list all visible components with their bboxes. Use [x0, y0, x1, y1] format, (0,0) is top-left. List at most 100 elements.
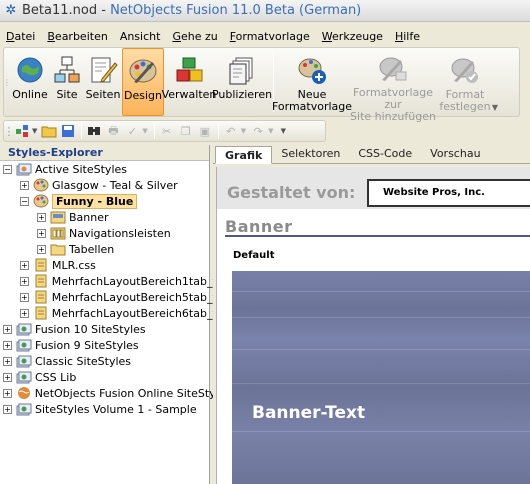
expand-icon[interactable]: +: [20, 260, 29, 270]
menu-gehe-zu[interactable]: Gehe zu: [172, 30, 217, 43]
banner-section-title: Banner: [225, 217, 293, 236]
tree-item-mehrfach6[interactable]: + MehrfachLayoutBereich6tab_top: [0, 305, 230, 321]
title-bar: ✲ Beta11.nod - NetObjects Fusion 11.0 Be…: [0, 0, 530, 22]
neue-formatvorlage-button[interactable]: Neue Formatvorlage: [272, 48, 352, 116]
festlegen-line2: festlegen: [439, 100, 491, 113]
netobjects-app-icon[interactable]: ✲: [4, 3, 18, 18]
banner-preview[interactable]: Banner-Text: [232, 271, 530, 484]
tree-item-glasgow[interactable]: + Glasgow - Teal & Silver: [0, 177, 209, 193]
tab-selektoren[interactable]: Selektoren: [272, 145, 349, 163]
menu-datei[interactable]: Datei: [6, 30, 35, 43]
save-icon[interactable]: [59, 122, 77, 140]
expand-icon[interactable]: +: [37, 244, 46, 254]
toolbar-separator: [153, 123, 155, 139]
tree-item-funny-blue[interactable]: − Funny - Blue: [0, 193, 209, 209]
expand-icon[interactable]: +: [3, 404, 12, 414]
new-dropdown-icon[interactable]: ▼: [32, 127, 37, 135]
tree-item-banner[interactable]: + Banner: [0, 209, 209, 225]
publizieren-button[interactable]: Publizieren: [212, 48, 272, 116]
print-icon[interactable]: 🖶: [104, 122, 122, 140]
banner-text: Banner-Text: [252, 403, 366, 423]
menu-formatvorlage[interactable]: Formatvorlage: [230, 30, 310, 43]
find-icon[interactable]: [85, 122, 103, 140]
tree-item-csslib[interactable]: + CSS Lib: [0, 369, 209, 385]
tree-item-navigationsleisten[interactable]: + Navigationsleisten: [0, 225, 209, 241]
app-window: ✲ Beta11.nod - NetObjects Fusion 11.0 Be…: [0, 0, 530, 484]
expand-icon[interactable]: +: [3, 340, 12, 350]
style-preview-panel: Grafik Selektoren CSS-Code Vorschau Gest…: [213, 145, 530, 484]
formatvorlage-hinzufuegen-button[interactable]: Formatvorlage zur Site hinzufügen: [347, 48, 439, 123]
expand-icon[interactable]: +: [20, 276, 29, 286]
neue-line2: Formatvorlage: [271, 100, 353, 113]
banner-section-divider: [225, 235, 530, 237]
expand-icon[interactable]: +: [3, 372, 12, 382]
palette-icon: [33, 194, 49, 208]
menu-bearbeiten[interactable]: Bearbeiten: [47, 30, 107, 43]
tab-grafik[interactable]: Grafik: [215, 146, 273, 164]
menu-werkzeuge-mnemonic: W: [321, 29, 333, 43]
toolbar-overflow-icon[interactable]: ▼: [281, 127, 286, 135]
expand-icon[interactable]: +: [3, 356, 12, 366]
tab-vorschau[interactable]: Vorschau: [421, 145, 489, 163]
verwalten-button[interactable]: Verwalten: [162, 48, 216, 116]
hinzu-line2: Site hinzufügen: [350, 110, 436, 123]
spellcheck-icon[interactable]: ✓: [123, 122, 141, 140]
page-edit-icon: [86, 54, 120, 86]
expand-icon[interactable]: +: [37, 212, 46, 222]
tree-item-mlr-css[interactable]: + MLR.css: [0, 257, 209, 273]
expand-icon[interactable]: +: [3, 324, 12, 334]
tree-item-online[interactable]: + NetObjects Fusion Online SiteStyles: [0, 385, 231, 401]
menu-ansicht[interactable]: Ansicht: [120, 30, 161, 43]
redo-icon[interactable]: ↷: [249, 122, 267, 140]
cut-icon[interactable]: ✂: [158, 122, 176, 140]
tab-css-code[interactable]: CSS-Code: [349, 145, 421, 163]
toolbar-overflow[interactable]: ▼: [491, 48, 499, 116]
tree-item-classic[interactable]: + Classic SiteStyles: [0, 353, 209, 369]
collapse-icon[interactable]: −: [3, 164, 12, 174]
tree-item-mehrfach5[interactable]: + MehrfachLayoutBereich5tab_top: [0, 289, 230, 305]
set-style-icon: [448, 54, 482, 86]
format-festlegen-button[interactable]: Format festlegen: [439, 48, 491, 116]
main-toolbar: ⋮ Online Site Seiten Design Verwalten Pu…: [3, 47, 520, 123]
expand-icon[interactable]: +: [37, 228, 46, 238]
online-button[interactable]: Online: [10, 48, 50, 116]
tree-item-volume1[interactable]: + SiteStyles Volume 1 - Sample: [0, 401, 209, 417]
site-button[interactable]: Site: [50, 48, 84, 116]
tree-item-label: MehrfachLayoutBereich5tab_top: [51, 290, 231, 304]
tree-item-tabellen[interactable]: + Tabellen: [0, 241, 209, 257]
design-button[interactable]: Design: [122, 48, 164, 116]
copy-icon[interactable]: ❐: [177, 122, 195, 140]
designed-by-value: Website Pros, Inc.: [367, 179, 530, 207]
title-separator: -: [97, 3, 111, 18]
navbar-icon: [50, 226, 66, 240]
stylesheet-stack-icon: [16, 370, 32, 384]
styles-explorer-panel: Styles-Explorer − Active SiteStyles + Gl…: [0, 145, 231, 484]
open-folder-icon[interactable]: [40, 122, 58, 140]
globe-icon: [13, 54, 47, 86]
format-festlegen-label: Format festlegen: [439, 89, 490, 113]
css-file-icon: [33, 274, 49, 288]
stylesheet-stack-icon: [16, 402, 32, 416]
undo-dropdown-icon[interactable]: ▼: [241, 127, 246, 135]
undo-icon[interactable]: ↶: [222, 122, 240, 140]
seiten-button[interactable]: Seiten: [84, 48, 122, 116]
redo-dropdown-icon[interactable]: ▼: [268, 127, 273, 135]
tree-item-fusion10[interactable]: + Fusion 10 SiteStyles: [0, 321, 209, 337]
collapse-icon[interactable]: −: [20, 196, 29, 206]
expand-icon[interactable]: +: [20, 180, 29, 190]
tree-item-active-sitestyles[interactable]: − Active SiteStyles: [0, 161, 209, 177]
tree-item-mehrfach1[interactable]: + MehrfachLayoutBereich1tab_top: [0, 273, 230, 289]
menu-hilfe-label: ilfe: [403, 29, 421, 43]
expand-icon[interactable]: +: [20, 308, 29, 318]
tree-item-fusion9[interactable]: + Fusion 9 SiteStyles: [0, 337, 209, 353]
spellcheck-dropdown-icon[interactable]: ▼: [142, 127, 147, 135]
sitemap-icon: [50, 54, 84, 86]
title-app: NetObjects Fusion 11.0 Beta (German): [110, 3, 362, 18]
cubes-icon: [172, 54, 206, 86]
expand-icon[interactable]: +: [20, 292, 29, 302]
menu-hilfe[interactable]: Hilfe: [395, 30, 420, 43]
expand-icon[interactable]: +: [3, 388, 12, 398]
new-icon[interactable]: [13, 122, 31, 140]
menu-werkzeuge[interactable]: Werkzeuge: [322, 30, 383, 43]
paste-icon[interactable]: ▣: [196, 122, 214, 140]
